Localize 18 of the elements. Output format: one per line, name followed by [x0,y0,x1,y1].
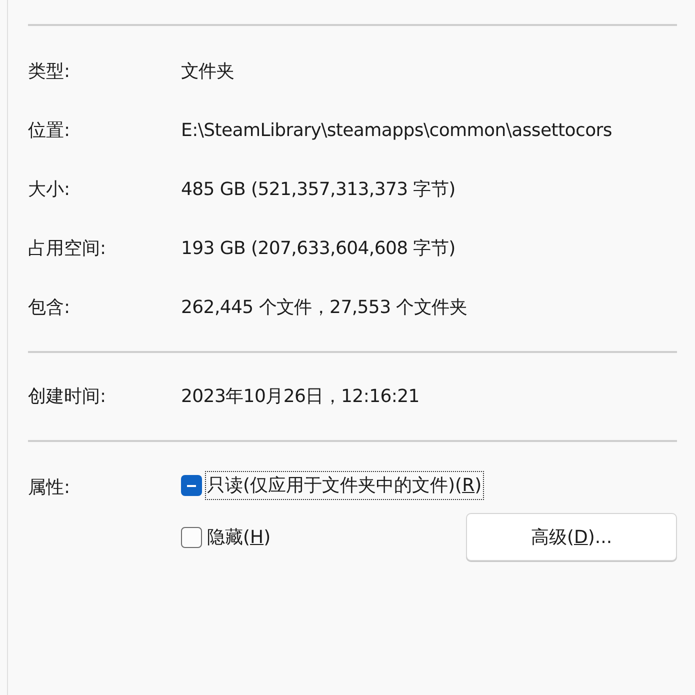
property-value: 485 GB (521,357,313,373 字节) [181,178,456,202]
property-value: 262,445 个文件，27,553 个文件夹 [181,296,467,320]
property-label: 类型: [28,60,72,84]
property-label: 属性: [28,476,72,500]
checkbox-label: 隐藏(H) [206,526,272,550]
checkbox[interactable] [181,526,202,548]
property-value: 193 GB (207,633,604,608 字节) [181,237,456,261]
property-label: 创建时间: [28,385,108,409]
property-label: 大小: [28,178,72,202]
property-value: 文件夹 [181,60,234,84]
advanced-button[interactable]: 高级(D)... [466,513,677,561]
property-value: 2023年10月26日，12:16:21 [181,385,420,409]
property-label: 位置: [28,119,72,143]
checkbox-label: 只读(仅应用于文件夹中的文件)(R) [206,472,483,499]
property-value: E:\SteamLibrary\steamapps\common\assettocors [181,119,612,143]
checkbox[interactable] [181,475,202,496]
property-label: 包含: [28,296,72,320]
property-label: 占用空间: [28,237,108,261]
